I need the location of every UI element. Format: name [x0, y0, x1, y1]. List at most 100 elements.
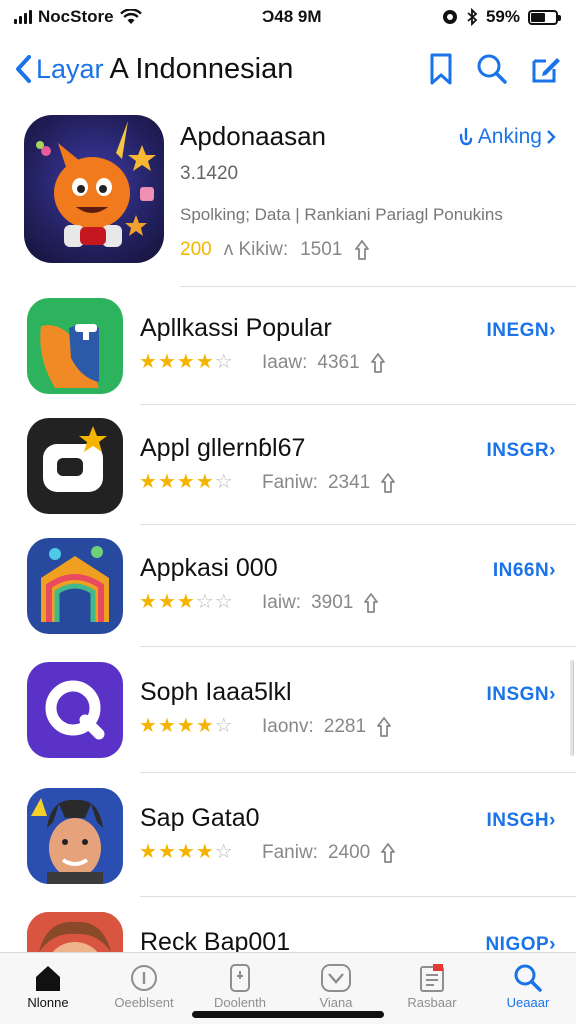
star-filled-icon: ★: [157, 841, 176, 863]
tab-label: Ueaaar: [506, 995, 550, 1010]
list-item[interactable]: Apllkassi Popular ★ ★ ★ ★ ☆ Iaaw: 4361 INEGN…: [0, 290, 576, 410]
star-empty-icon: ☆: [214, 591, 233, 613]
status-bar: NocStore Ͻ48 9M 59%: [0, 0, 576, 34]
star-filled-icon: ★: [195, 351, 214, 373]
share-icon[interactable]: [370, 352, 386, 374]
compose-icon: [532, 58, 560, 83]
get-button[interactable]: IN66N›: [493, 560, 556, 582]
featured-meta: 200 ᴧ Kikiw: 1501: [180, 239, 370, 261]
compose-button[interactable]: [530, 53, 562, 85]
star-empty-icon: ☆: [214, 715, 233, 737]
star-empty-icon: ☆: [214, 351, 233, 373]
chevron-right-icon: ›: [549, 684, 556, 705]
review-label: Iaaw:: [262, 352, 308, 373]
chevron-right-icon: ›: [549, 320, 556, 341]
get-button[interactable]: INSGH›: [486, 810, 556, 832]
app-name: Appkasi 000: [140, 554, 278, 582]
device-icon: [230, 964, 250, 992]
search-button[interactable]: [476, 53, 508, 85]
star-empty-icon: ☆: [214, 841, 233, 863]
bluetooth-icon: [467, 8, 478, 26]
tab-info[interactable]: Oeeblsent: [96, 953, 192, 1024]
review-label: Faniw:: [262, 472, 318, 493]
get-button[interactable]: INSGN›: [486, 684, 556, 706]
star-filled-icon: ★: [176, 841, 195, 863]
get-button-label: INSGN: [486, 684, 550, 705]
featured-app-icon: [24, 115, 164, 263]
chevron-right-icon: ›: [549, 560, 556, 581]
divider: [140, 404, 576, 405]
featured-categories: Spolking; Data | Rankiani Pariagl Ponuki…: [180, 205, 503, 224]
tab-label: Doolenth: [213, 995, 267, 1010]
divider: [140, 524, 576, 525]
featured-downloads: 200: [180, 239, 212, 260]
share-icon[interactable]: [354, 239, 370, 261]
star-filled-icon: ★: [195, 715, 214, 737]
star-filled-icon: ★: [176, 591, 195, 613]
share-icon[interactable]: [380, 472, 396, 494]
featured-ranking-link[interactable]: Anking: [458, 125, 556, 149]
review-info: Iaiw: 3901: [262, 592, 379, 614]
chevron-badge-icon: [321, 964, 351, 992]
star-empty-icon: ☆: [214, 471, 233, 493]
app-icon: [27, 418, 123, 514]
tab-search[interactable]: Ueaaar: [480, 953, 576, 1024]
nav-bar: Layar A Indonnesian: [0, 40, 576, 98]
review-info: Iaaw: 4361: [262, 352, 386, 374]
info-icon: [131, 965, 157, 991]
app-name: Apllkassi Popular: [140, 314, 332, 342]
list-item[interactable]: Appl gllernɓl67 ★ ★ ★ ★ ☆ Faniw: 2341 INSGR›: [0, 410, 576, 530]
home-indicator[interactable]: [192, 1011, 384, 1018]
tab-label: Nlonne: [27, 995, 69, 1010]
share-icon[interactable]: [363, 592, 379, 614]
get-button[interactable]: INSGR›: [486, 440, 556, 462]
featured-meta-label: ᴧ Kikiw:: [223, 239, 289, 260]
review-label: Faniw:: [262, 842, 318, 863]
app-name: Sap Gata0: [140, 804, 260, 832]
star-filled-icon: ★: [176, 351, 195, 373]
back-label: Layar: [36, 53, 104, 84]
featured-app[interactable]: Apdonaasan 3.1420 Anking Spolking; Data …: [0, 105, 576, 287]
get-button-label: IN66N: [492, 560, 550, 581]
get-button[interactable]: INEGN›: [486, 320, 556, 342]
review-info: Faniw: 2400: [262, 842, 396, 864]
star-filled-icon: ★: [157, 591, 176, 613]
divider: [140, 772, 576, 773]
search-icon: [477, 54, 507, 84]
review-value: 4361: [317, 352, 360, 373]
page-title: A Indonnesian: [109, 52, 294, 85]
review-value: 2400: [327, 842, 371, 863]
tab-notes[interactable]: Rasbaar: [384, 953, 480, 1024]
star-filled-icon: ★: [176, 471, 195, 493]
star-filled-icon: ★: [139, 841, 157, 863]
star-filled-icon: ★: [139, 351, 157, 373]
star-rating: ★ ★ ★ ★ ☆: [139, 842, 233, 862]
star-empty-icon: ☆: [195, 591, 214, 613]
back-button[interactable]: Layar: [14, 54, 104, 85]
review-info: Faniw: 2341: [262, 472, 396, 494]
tab-label: Oeeblsent: [114, 995, 174, 1010]
status-time: Ͻ48 9M: [262, 7, 322, 26]
star-rating: ★ ★ ★ ☆ ☆: [139, 592, 233, 612]
get-button-label: INSGR: [486, 440, 550, 461]
star-filled-icon: ★: [157, 471, 176, 493]
bookmark-button[interactable]: [428, 52, 454, 86]
share-icon[interactable]: [380, 842, 396, 864]
battery-percent: 59%: [485, 7, 520, 26]
carrier-label: NocStore: [38, 7, 114, 26]
share-icon[interactable]: [376, 716, 392, 738]
scrollbar[interactable]: [570, 660, 574, 756]
list-item[interactable]: Sap Gata0 ★ ★ ★ ★ ☆ Faniw: 2400 INSGH›: [0, 780, 576, 900]
app-name: Appl gllernɓl67: [140, 434, 306, 462]
link-icon: [459, 127, 472, 146]
review-value: 2281: [323, 716, 367, 737]
list-item[interactable]: Appkasi 000 ★ ★ ★ ☆ ☆ Iaiw: 3901 IN66N›: [0, 530, 576, 650]
star-filled-icon: ★: [157, 715, 176, 737]
home-icon: [36, 966, 60, 991]
star-filled-icon: ★: [176, 715, 195, 737]
chevron-right-icon: ›: [549, 440, 556, 461]
tab-label: Viana: [319, 995, 353, 1010]
tab-home[interactable]: Nlonne: [0, 953, 96, 1024]
list-item[interactable]: Soph Iaaa5lkl ★ ★ ★ ★ ☆ Iaonv: 2281 INSGN›: [0, 654, 576, 774]
star-filled-icon: ★: [139, 715, 157, 737]
